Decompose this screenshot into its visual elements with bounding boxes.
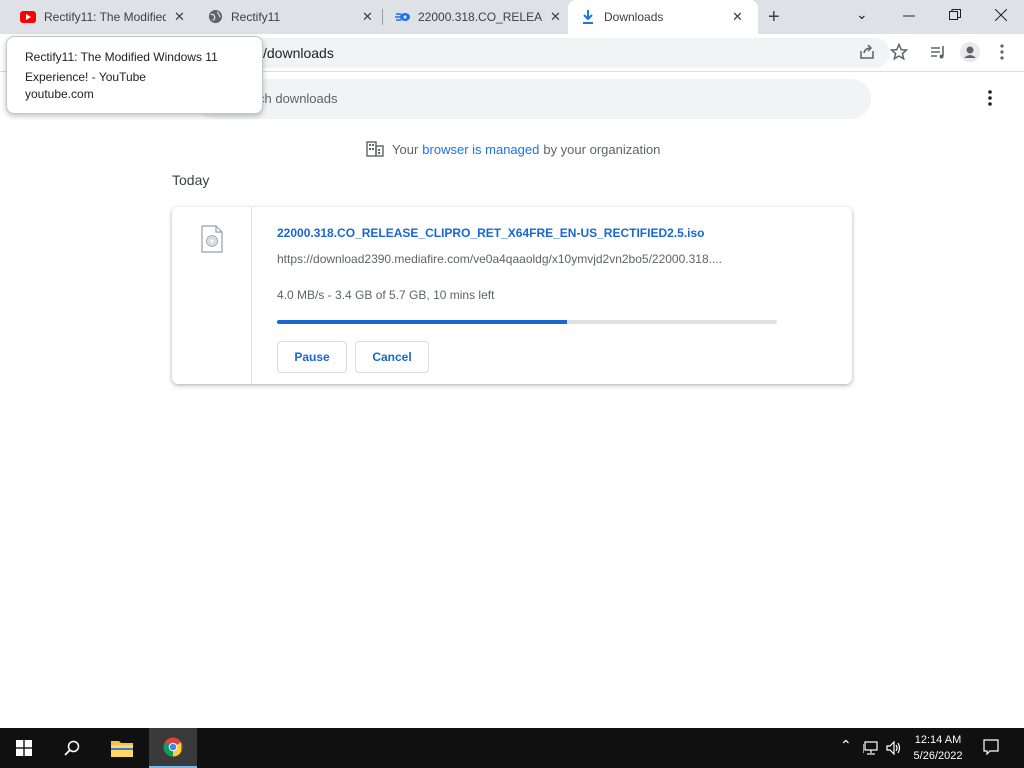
tab-title: 22000.318.CO_RELEASE_CLIPRO_RET_X64FRE_E… — [418, 10, 542, 24]
volume-icon[interactable] — [886, 741, 902, 755]
network-icon[interactable] — [863, 741, 879, 755]
windows-taskbar: ⌃ 12:14 AM 5/26/2022 — [0, 728, 1024, 768]
close-icon[interactable]: ✕ — [550, 9, 561, 25]
search-button[interactable] — [48, 728, 96, 768]
file-icon-column — [172, 207, 252, 384]
address-bar-url: /downloads — [263, 45, 334, 61]
managed-suffix: by your organization — [543, 141, 661, 157]
search-icon — [64, 740, 80, 756]
tab-title: Rectify11 — [231, 10, 281, 24]
reading-list-icon[interactable] — [929, 43, 947, 61]
managed-notice: Your browser is managed by your organiza… — [366, 141, 660, 157]
new-tab-icon[interactable]: + — [768, 7, 780, 27]
more-actions-icon[interactable] — [982, 88, 998, 108]
hover-card-domain: youtube.com — [25, 87, 94, 101]
windows-logo-icon — [16, 740, 32, 756]
clock-date: 5/26/2022 — [913, 750, 963, 762]
chrome-icon — [163, 737, 183, 757]
chrome-menu-icon[interactable] — [999, 43, 1005, 61]
close-icon[interactable]: ✕ — [174, 9, 185, 25]
tab-downloads[interactable]: Downloads ✕ — [568, 0, 758, 34]
file-icon — [201, 225, 223, 253]
chrome-taskbar-button[interactable] — [149, 728, 197, 768]
globe-icon — [208, 9, 223, 24]
hover-card-title: Rectify11: The Modified Windows 11 Exper… — [25, 50, 218, 84]
download-file-name[interactable]: 22000.318.CO_RELEASE_CLIPRO_RET_X64FRE_E… — [277, 226, 705, 240]
restore-icon[interactable] — [949, 9, 961, 21]
tab-title: Rectify11: The Modified Windows 11 Exper… — [44, 10, 166, 24]
close-icon[interactable]: ✕ — [732, 9, 743, 25]
pause-button[interactable]: Pause — [277, 341, 347, 373]
download-icon — [583, 10, 593, 24]
close-icon[interactable]: ✕ — [362, 9, 373, 25]
download-status: 4.0 MB/s - 3.4 GB of 5.7 GB, 10 mins lef… — [277, 288, 495, 302]
tab-search-icon[interactable]: ⌄ — [856, 6, 868, 23]
taskbar-clock[interactable]: 12:14 AM 5/26/2022 — [905, 732, 971, 764]
file-explorer-button[interactable] — [98, 728, 146, 768]
tab-title: Downloads — [604, 10, 664, 24]
managed-prefix: Your — [392, 141, 419, 157]
download-progress-fill — [277, 320, 567, 324]
clock-time: 12:14 AM — [914, 734, 962, 746]
share-icon[interactable] — [858, 43, 876, 61]
tab-youtube[interactable]: Rectify11: The Modified Windows 11 Exper… — [0, 0, 196, 34]
profile-avatar-icon[interactable] — [960, 42, 980, 62]
managed-link[interactable]: browser is managed — [422, 142, 539, 157]
show-hidden-icons-icon[interactable]: ⌃ — [840, 737, 852, 754]
youtube-icon — [20, 11, 36, 23]
bookmark-star-icon[interactable] — [890, 43, 908, 61]
tab-hover-card: Rectify11: The Modified Windows 11 Exper… — [6, 36, 263, 114]
tab-strip: Rectify11: The Modified Windows 11 Exper… — [0, 0, 1024, 34]
building-icon — [366, 141, 384, 157]
close-window-icon[interactable] — [995, 9, 1007, 21]
tab-mediafire[interactable]: 22000.318.CO_RELEASE_CLIPRO_RET_X64FRE_E… — [383, 0, 567, 34]
folder-icon — [111, 741, 133, 757]
download-progress-bar — [277, 320, 777, 324]
start-button[interactable] — [0, 728, 48, 768]
download-url[interactable]: https://download2390.mediafire.com/ve0a4… — [277, 252, 777, 266]
mediafire-icon — [395, 13, 410, 21]
download-item: 22000.318.CO_RELEASE_CLIPRO_RET_X64FRE_E… — [172, 207, 852, 384]
cancel-button[interactable]: Cancel — [355, 341, 429, 373]
minimize-icon[interactable] — [903, 10, 915, 22]
action-center-icon[interactable] — [983, 739, 999, 755]
search-placeholder: ch downloads — [258, 91, 338, 106]
date-heading: Today — [172, 172, 210, 188]
tab-rectify11[interactable]: Rectify11 ✕ — [196, 0, 382, 34]
